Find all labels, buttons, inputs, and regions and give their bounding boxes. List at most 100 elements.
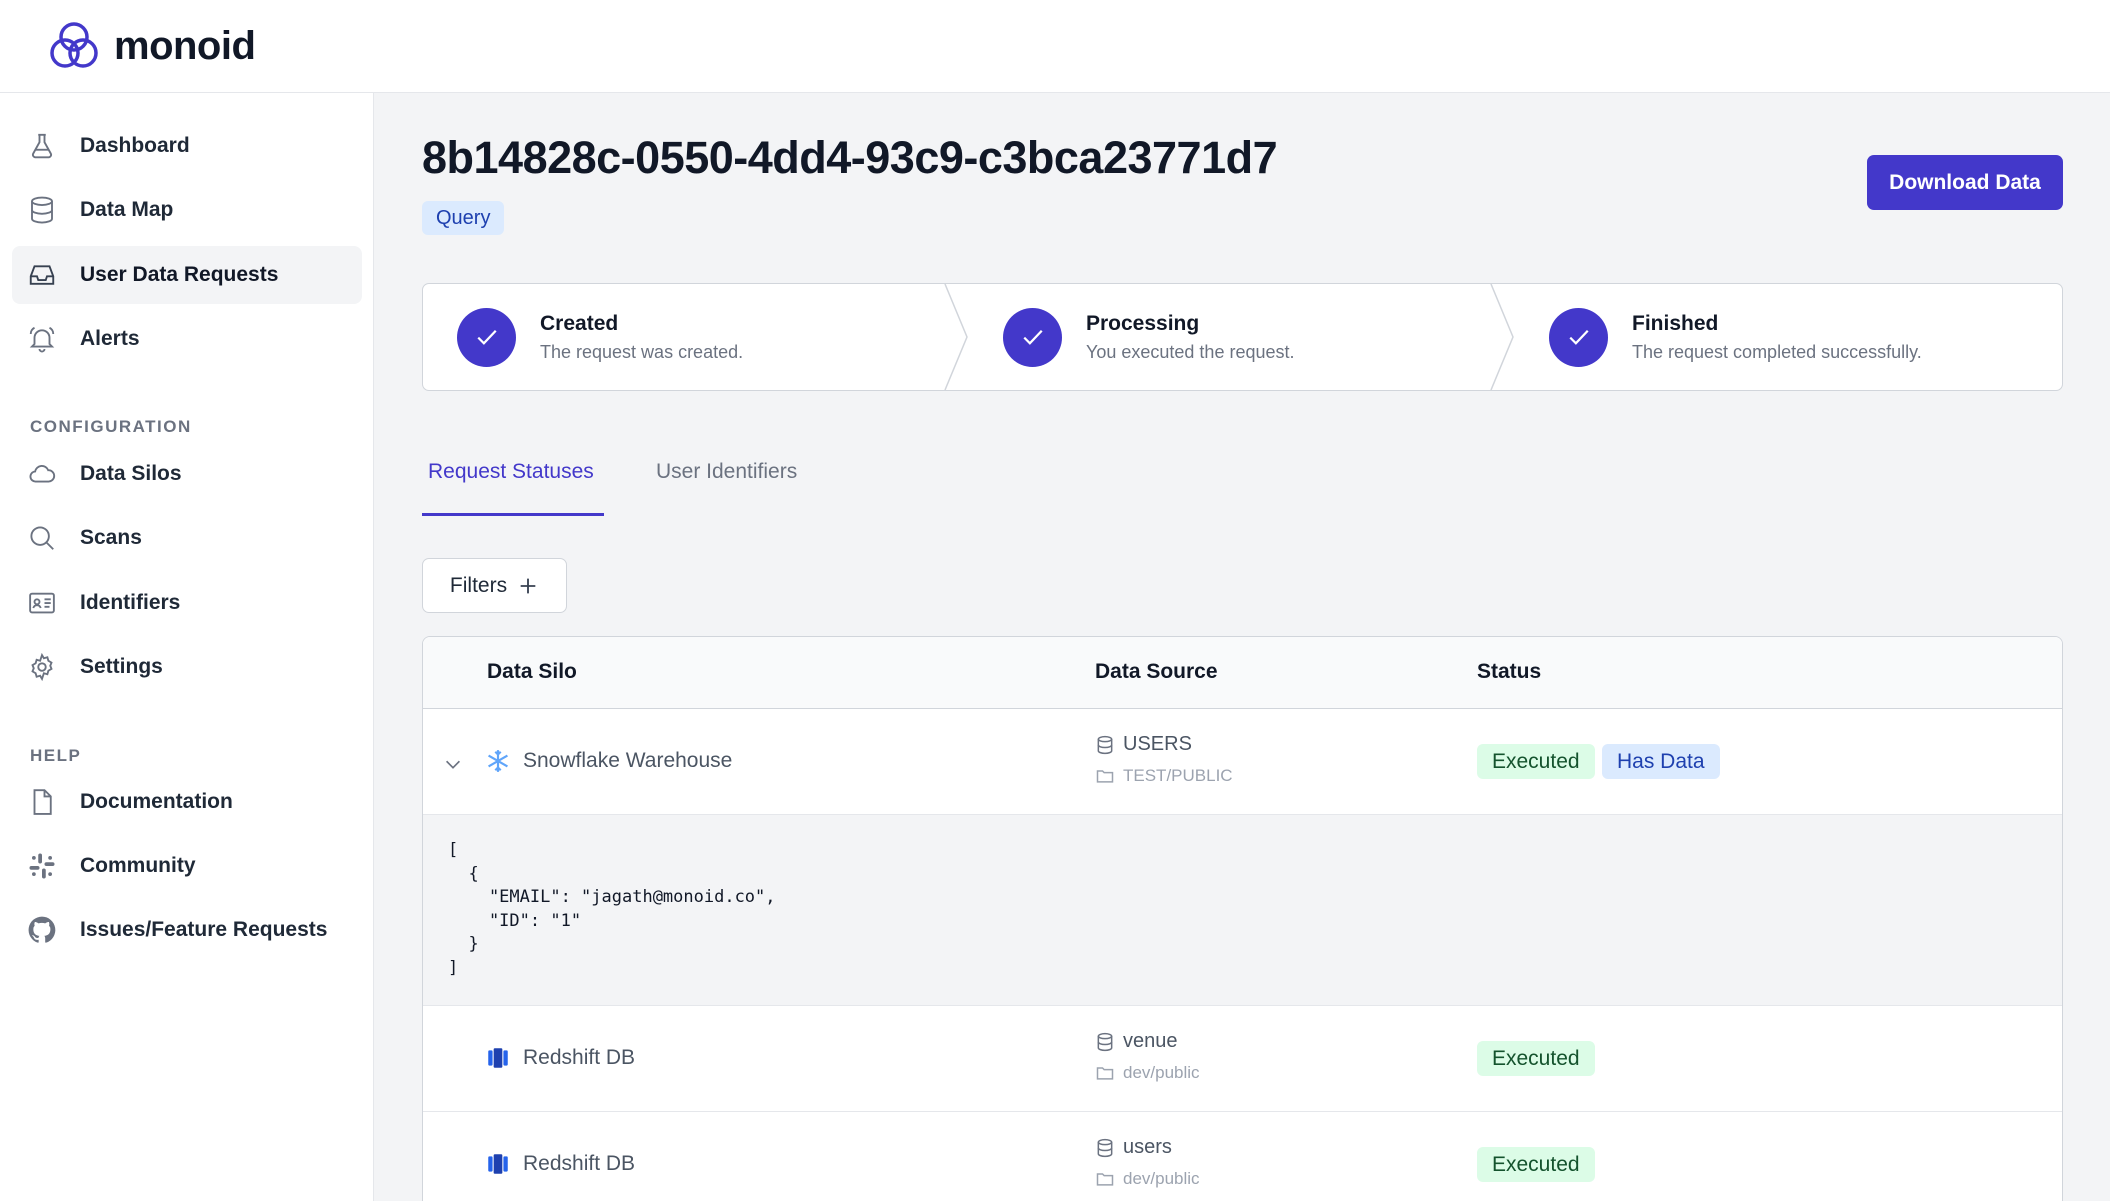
database-icon [26,194,58,226]
data-silo-name: Snowflake Warehouse [523,749,733,772]
redshift-icon [485,1045,511,1071]
data-source-name: users [1123,1136,1172,1158]
column-header-data-silo: Data Silo [487,660,577,683]
search-icon [26,522,58,554]
data-source-path: dev/public [1095,1063,1200,1083]
step-processing: Processing You executed the request. [1003,284,1295,390]
step-title: Created [540,311,619,335]
logo[interactable]: monoid [46,18,256,74]
brand-name: monoid [114,23,256,68]
data-source-cell: venue [1095,1030,1178,1053]
sidebar-item-alerts[interactable]: Alerts [12,310,362,368]
data-source-cell: USERS [1095,733,1192,756]
column-header-data-source: Data Source [1095,660,1218,683]
sidebar-item-documentation[interactable]: Documentation [12,773,362,831]
sidebar-item-label: Scans [80,526,142,549]
active-tab-indicator [422,513,604,516]
slack-icon [26,850,58,882]
sidebar-item-label: User Data Requests [80,263,279,286]
filters-label: Filters [449,573,508,597]
request-status-table: Data Silo Data Source Status Snowflake W… [422,636,2063,1201]
check-icon [1549,307,1608,367]
table-row[interactable]: Redshift DB venue dev/public Executed [423,1006,2062,1112]
folder-icon [1096,1173,1114,1186]
sidebar-item-data-silos[interactable]: Data Silos [12,445,362,503]
sidebar-item-user-data-requests[interactable]: User Data Requests [12,246,362,304]
step-description: The request was created. [540,341,744,362]
page-title: 8b14828c-0550-4dd4-93c9-c3bca23771d7 [422,132,1278,183]
sidebar-item-label: Settings [80,655,163,678]
step-title: Finished [1632,311,1719,335]
sidebar-item-label: Identifiers [80,591,181,614]
table-row[interactable]: Redshift DB users dev/public Executed [423,1112,2062,1201]
query-result-panel: [ { "EMAIL": "jagath@monoid.co", "ID": "… [423,815,2062,1006]
sidebar-item-label: Community [80,854,196,877]
sidebar-item-label: Dashboard [80,134,190,157]
chevron-down-icon[interactable] [442,753,464,775]
sidebar-item-label: Data Map [80,198,174,221]
status-badge-executed: Executed [1477,1147,1595,1182]
data-source-path-text: dev/public [1123,1063,1200,1082]
data-source-name: USERS [1123,733,1192,755]
monoid-logo-icon [50,22,98,68]
data-source-path: dev/public [1095,1169,1200,1189]
query-result-json: [ { "EMAIL": "jagath@monoid.co", "ID": "… [448,840,776,978]
sidebar-item-identifiers[interactable]: Identifiers [12,574,362,632]
check-icon [1003,307,1062,367]
filters-button[interactable]: Filters [422,558,567,613]
top-bar: monoid [0,0,2110,93]
sidebar-item-dashboard[interactable]: Dashboard [12,117,362,175]
plus-icon [520,578,536,593]
step-title: Processing [1086,311,1200,335]
database-icon [1097,1138,1113,1157]
tab-user-identifiers[interactable]: User Identifiers [656,460,797,484]
data-silo-name: Redshift DB [523,1152,636,1175]
step-description: The request completed successfully. [1632,341,1922,362]
data-silo-cell: Snowflake Warehouse [485,748,732,774]
redshift-icon [485,1151,511,1177]
snowflake-icon [485,748,511,774]
sidebar-item-scans[interactable]: Scans [12,509,362,567]
status-badge-executed: Executed [1477,1041,1595,1076]
data-source-name: venue [1123,1030,1178,1052]
bell-icon [26,323,58,355]
sidebar-item-settings[interactable]: Settings [12,638,362,696]
document-icon [26,786,58,818]
sidebar-item-label: Documentation [80,790,233,813]
section-label-configuration: CONFIGURATION [30,417,192,436]
data-silo-cell: Redshift DB [485,1151,635,1177]
sidebar-item-label: Data Silos [80,462,182,485]
folder-icon [1096,770,1114,783]
sidebar-item-data-map[interactable]: Data Map [12,181,362,239]
sidebar-item-label: Issues/Feature Requests [80,918,328,941]
sidebar-item-issues[interactable]: Issues/Feature Requests [12,901,362,959]
sidebar-item-label: Alerts [80,327,140,350]
column-header-status: Status [1477,660,1542,683]
status-badge-has-data: Has Data [1602,744,1720,779]
check-icon [457,307,516,367]
download-data-button[interactable]: Download Data [1867,155,2063,210]
cloud-icon [26,458,58,490]
progress-steps: Created The request was created. Process… [422,283,2063,391]
data-source-cell: users [1095,1136,1172,1159]
data-silo-name: Redshift DB [523,1046,636,1069]
gear-icon [26,651,58,683]
step-separator [944,284,968,390]
sidebar-item-community[interactable]: Community [12,837,362,895]
github-icon [26,914,58,946]
step-separator [1490,284,1514,390]
tab-request-statuses[interactable]: Request Statuses [428,460,594,484]
step-created: Created The request was created. [457,284,743,390]
folder-icon [1096,1067,1114,1080]
data-source-path: TEST/PUBLIC [1095,766,1233,786]
table-header: Data Silo Data Source Status [423,637,2062,709]
database-icon [1097,735,1113,754]
database-icon [1097,1032,1113,1051]
step-description: You executed the request. [1086,341,1295,362]
section-label-help: HELP [30,746,82,765]
inbox-icon [26,259,58,291]
step-finished: Finished The request completed successfu… [1549,284,1922,390]
status-badge-executed: Executed [1477,744,1595,779]
table-row[interactable]: Snowflake Warehouse USERS TEST/PUBLIC Ex… [423,709,2062,815]
data-source-path-text: dev/public [1123,1169,1200,1188]
